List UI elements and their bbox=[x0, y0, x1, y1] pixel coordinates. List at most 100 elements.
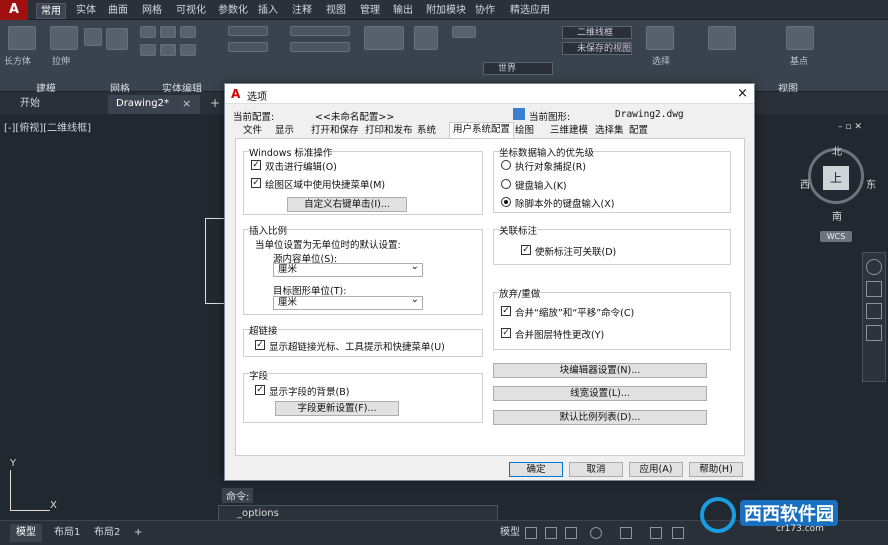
radio-keyboard[interactable] bbox=[501, 179, 511, 189]
zoom-icon[interactable] bbox=[866, 303, 882, 319]
solid-edit-icon-2[interactable] bbox=[160, 26, 176, 38]
ucs-icon[interactable] bbox=[452, 26, 476, 38]
draw-tools-row-1[interactable] bbox=[228, 26, 268, 36]
tab-open-save[interactable]: 打开和保存 bbox=[311, 124, 359, 138]
tab-3d-modeling[interactable]: 三维建模 bbox=[550, 124, 588, 138]
custom-right-click-button[interactable]: 自定义右键单击(I)... bbox=[287, 197, 407, 212]
ok-button[interactable]: 确定 bbox=[509, 462, 563, 477]
tab-user-preferences[interactable]: 用户系统配置 bbox=[449, 122, 515, 138]
tab-system[interactable]: 系统 bbox=[417, 124, 436, 138]
app-logo-icon[interactable]: A bbox=[0, 0, 28, 20]
grid-icon[interactable] bbox=[525, 527, 537, 539]
tab-profiles[interactable]: 配置 bbox=[629, 124, 648, 138]
combine-zoom-pan-checkbox[interactable]: ✓ bbox=[501, 306, 511, 316]
tab-selection[interactable]: 选择集 bbox=[595, 124, 624, 138]
combine-layer-checkbox[interactable]: ✓ bbox=[501, 328, 511, 338]
menu-manage[interactable]: 管理 bbox=[360, 3, 380, 19]
menu-addins[interactable]: 附加模块 bbox=[426, 3, 466, 19]
tab-close-icon[interactable]: × bbox=[182, 97, 191, 110]
tab-start[interactable]: 开始 bbox=[12, 95, 48, 114]
menu-featured-apps[interactable]: 精选应用 bbox=[510, 3, 550, 19]
solid-edit-icon-5[interactable] bbox=[160, 44, 176, 56]
snap-icon[interactable] bbox=[545, 527, 557, 539]
source-units-select[interactable]: 厘米 bbox=[273, 261, 423, 277]
solid-edit-icon-3[interactable] bbox=[180, 26, 196, 38]
tab-model[interactable]: 模型 bbox=[10, 524, 42, 542]
lineweight-settings-button[interactable]: 线宽设置(L)... bbox=[493, 386, 707, 401]
ortho-icon[interactable] bbox=[565, 527, 577, 539]
wcs-menu[interactable]: WCS bbox=[820, 231, 852, 242]
hyperlink-checkbox[interactable]: ✓ bbox=[255, 340, 265, 350]
modify-tools-row-2[interactable] bbox=[290, 42, 350, 52]
menu-surface[interactable]: 曲面 bbox=[108, 3, 128, 19]
world-combo[interactable]: 世界 bbox=[483, 62, 553, 75]
orbit-icon[interactable] bbox=[866, 325, 882, 341]
dialog-close-icon[interactable]: × bbox=[737, 86, 748, 101]
cube-view-icon[interactable] bbox=[414, 26, 438, 50]
tab-plot-publish[interactable]: 打印和发布 bbox=[365, 124, 413, 138]
viewport-label[interactable]: [-][俯视][二维线框] bbox=[4, 119, 91, 134]
help-button[interactable]: 帮助(H) bbox=[689, 462, 743, 477]
field-background-checkbox[interactable]: ✓ bbox=[255, 385, 265, 395]
dialog-titlebar[interactable]: A 选项 × bbox=[225, 84, 754, 104]
menu-solid[interactable]: 实体 bbox=[76, 3, 96, 19]
viewport-window-controls[interactable]: – ▫ ✕ bbox=[838, 122, 882, 132]
viewcube-east[interactable]: 东 bbox=[866, 176, 876, 191]
draw-tools-row-2[interactable] bbox=[228, 42, 268, 52]
menu-annotate[interactable]: 注释 bbox=[292, 3, 312, 19]
menu-insert[interactable]: 插入 bbox=[258, 3, 278, 19]
tab-display[interactable]: 显示 bbox=[275, 124, 294, 138]
tab-files[interactable]: 文件 bbox=[243, 124, 262, 138]
section-plane-icon[interactable] bbox=[364, 26, 404, 50]
cancel-button[interactable]: 取消 bbox=[569, 462, 623, 477]
viewcube-top-face[interactable]: 上 bbox=[823, 166, 849, 190]
box-tool-icon[interactable] bbox=[8, 26, 36, 50]
osnap-icon[interactable] bbox=[620, 527, 632, 539]
viewcube-north[interactable]: 北 bbox=[832, 143, 842, 158]
target-units-select[interactable]: 厘米 bbox=[273, 294, 423, 310]
dblclick-checkbox[interactable]: ✓ bbox=[251, 160, 261, 170]
ucs-y-axis bbox=[10, 470, 11, 510]
apply-button[interactable]: 应用(A) bbox=[629, 462, 683, 477]
assoc-checkbox[interactable]: ✓ bbox=[521, 245, 531, 255]
visual-style-combo[interactable]: 二维线框 bbox=[562, 26, 632, 39]
tab-layout1[interactable]: 布局1 bbox=[48, 524, 86, 542]
base-point-icon[interactable] bbox=[786, 26, 814, 50]
modify-tools-row-1[interactable] bbox=[290, 26, 350, 36]
model-space-button[interactable]: 模型 bbox=[494, 524, 526, 542]
tab-layout2[interactable]: 布局2 bbox=[88, 524, 126, 542]
menu-collaborate[interactable]: 协作 bbox=[475, 3, 495, 19]
unsaved-view-combo[interactable]: 未保存的视图 bbox=[562, 42, 632, 55]
add-layout-icon[interactable]: + bbox=[128, 524, 148, 542]
shortcut-checkbox[interactable]: ✓ bbox=[251, 178, 261, 188]
add-tab-icon[interactable]: + bbox=[210, 96, 220, 110]
mesh-small-icon[interactable] bbox=[84, 28, 102, 46]
block-editor-settings-button[interactable]: 块编辑器设置(N)... bbox=[493, 363, 707, 378]
viewcube-south[interactable]: 南 bbox=[832, 208, 842, 223]
layer-tool-icon[interactable] bbox=[708, 26, 736, 50]
menu-mesh[interactable]: 网格 bbox=[142, 3, 162, 19]
solid-edit-icon-4[interactable] bbox=[140, 44, 156, 56]
default-scale-list-button[interactable]: 默认比例列表(D)... bbox=[493, 410, 707, 425]
select-tool-icon[interactable] bbox=[646, 26, 674, 50]
menu-output[interactable]: 输出 bbox=[393, 3, 413, 19]
smooth-object-icon[interactable] bbox=[106, 28, 128, 50]
command-input[interactable]: _options bbox=[237, 508, 279, 519]
transparency-icon[interactable] bbox=[672, 527, 684, 539]
menu-home[interactable]: 常用 bbox=[36, 3, 66, 19]
lineweight-icon[interactable] bbox=[650, 527, 662, 539]
tab-drafting[interactable]: 绘图 bbox=[515, 124, 534, 138]
solid-edit-icon-6[interactable] bbox=[180, 44, 196, 56]
radio-osnap[interactable] bbox=[501, 160, 511, 170]
menu-parametric[interactable]: 参数化 bbox=[218, 3, 248, 19]
extrude-tool-icon[interactable] bbox=[50, 26, 78, 50]
polar-icon[interactable] bbox=[590, 527, 602, 539]
field-update-button[interactable]: 字段更新设置(F)... bbox=[275, 401, 399, 416]
pan-icon[interactable] bbox=[866, 281, 882, 297]
menu-visualize[interactable]: 可视化 bbox=[176, 3, 206, 19]
viewcube-west[interactable]: 西 bbox=[800, 176, 810, 191]
full-navigation-wheel-icon[interactable] bbox=[866, 259, 882, 275]
menu-view[interactable]: 视图 bbox=[326, 3, 346, 19]
solid-edit-icon-1[interactable] bbox=[140, 26, 156, 38]
radio-keyboard-except-scripts[interactable] bbox=[501, 197, 511, 207]
